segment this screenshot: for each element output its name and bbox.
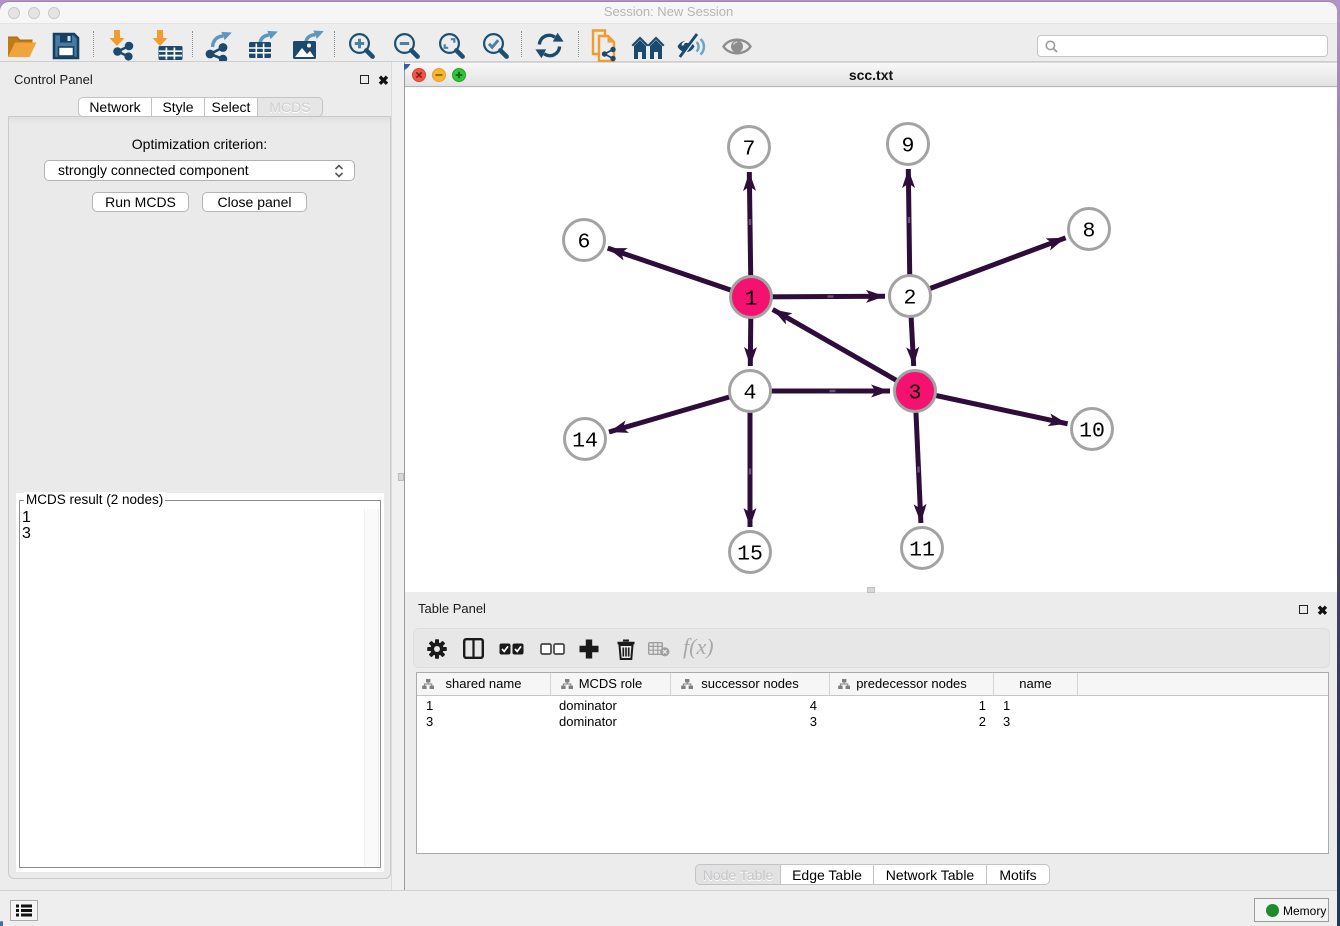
- svg-text:11: 11: [909, 539, 935, 563]
- svg-text:9: 9: [902, 135, 915, 159]
- svg-text:15: 15: [737, 543, 763, 567]
- svg-text:14: 14: [572, 430, 598, 454]
- svg-text:7: 7: [743, 138, 756, 162]
- svg-text:4: 4: [744, 382, 757, 406]
- svg-text:6: 6: [578, 231, 591, 255]
- svg-text:1: 1: [745, 288, 758, 312]
- svg-text:3: 3: [909, 382, 922, 406]
- svg-text:2: 2: [904, 287, 917, 311]
- svg-text:8: 8: [1083, 220, 1096, 244]
- svg-text:10: 10: [1079, 420, 1105, 444]
